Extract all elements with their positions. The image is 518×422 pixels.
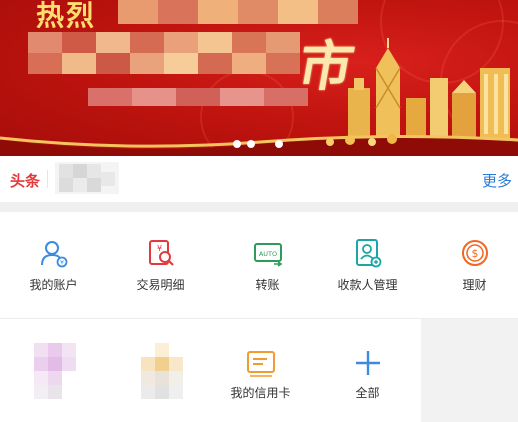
- menu-label: 转账: [255, 278, 280, 292]
- menu-payee-management[interactable]: 收款人管理: [314, 212, 421, 318]
- promo-banner[interactable]: 热烈 市: [0, 0, 518, 156]
- menu-label: 交易明细: [136, 278, 185, 292]
- menu-transaction-detail[interactable]: ¥ 交易明细: [107, 212, 214, 318]
- carousel-dot-active[interactable]: [275, 140, 283, 148]
- more-link[interactable]: 更多: [482, 170, 512, 191]
- city-skyline-illustration: [348, 38, 510, 138]
- blurred-icon: [140, 343, 183, 399]
- menu-my-account[interactable]: ¥ 我的账户: [0, 212, 107, 318]
- transfer-icon: AUTO: [253, 243, 282, 267]
- payee-manage-icon: [355, 239, 381, 268]
- svg-text:¥: ¥: [157, 244, 162, 253]
- menu-all[interactable]: 全部: [314, 319, 421, 422]
- headline-obscured-text: [55, 162, 119, 194]
- menu-label: 理财: [462, 278, 487, 292]
- menu-obscured-item[interactable]: [107, 319, 214, 422]
- credit-card-icon: [246, 351, 275, 377]
- menu-label: 我的账户: [29, 278, 78, 292]
- headline-row[interactable]: 头条 更多: [0, 156, 518, 202]
- transaction-detail-icon: ¥: [148, 240, 174, 266]
- headline-label: 头条: [10, 173, 41, 190]
- banner-gold-ribbon: [0, 134, 518, 156]
- carousel-dot[interactable]: [247, 140, 255, 148]
- menu-label: 我的信用卡: [230, 386, 291, 400]
- carousel-dot[interactable]: [233, 140, 241, 148]
- headline-divider: [47, 170, 48, 188]
- banner-obscured-text: [118, 0, 358, 24]
- banner-title: 热烈: [36, 1, 97, 32]
- menu-my-credit-card[interactable]: 我的信用卡: [207, 319, 314, 422]
- section-divider: [0, 202, 518, 212]
- wealth-icon: $: [461, 240, 488, 266]
- account-icon: ¥: [40, 241, 67, 268]
- banner-obscured-text: [88, 88, 308, 106]
- empty-grid-slot: [421, 319, 518, 422]
- menu-transfer[interactable]: AUTO 转账: [214, 212, 321, 318]
- svg-text:AUTO: AUTO: [258, 250, 276, 258]
- svg-text:$: $: [471, 247, 478, 260]
- banner-obscured-text: [28, 32, 300, 74]
- blurred-icon: [33, 343, 76, 399]
- svg-text:¥: ¥: [60, 260, 64, 267]
- menu-label: 全部: [355, 386, 380, 400]
- quick-menu-row-1: ¥ 我的账户 ¥ 交易明细 AUTO 转账 收款人管理 $ 理财: [0, 212, 518, 319]
- menu-label: 收款人管理: [337, 278, 398, 292]
- menu-wealth[interactable]: $ 理财: [421, 212, 518, 318]
- plus-icon: [355, 351, 380, 375]
- menu-obscured-item[interactable]: [0, 319, 107, 422]
